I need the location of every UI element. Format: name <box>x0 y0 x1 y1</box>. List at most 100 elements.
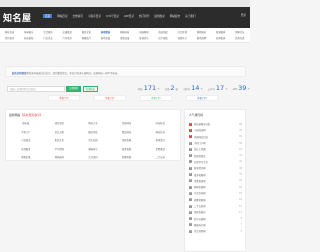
site-link[interactable]: 网址大全 <box>76 121 110 125</box>
category-link[interactable]: 网站目录 <box>0 30 19 34</box>
site-logo[interactable]: 知名屋 <box>3 11 32 24</box>
site-link[interactable]: 网站目录 <box>143 130 177 134</box>
site-link[interactable]: 学习资料 <box>43 147 77 151</box>
category-link[interactable]: 休闲娱乐 <box>19 30 38 34</box>
nav-item[interactable]: 热门排行 <box>139 14 149 18</box>
top-utility-bar <box>0 0 250 7</box>
category-link[interactable]: 综合其他 <box>173 30 192 34</box>
quick-tag[interactable]: 手机门户 <box>140 95 172 101</box>
category-link[interactable]: 体育健身 <box>96 30 115 34</box>
nav-item[interactable]: 网站提交 <box>170 14 180 18</box>
category-link[interactable]: 教育文化 <box>77 30 96 34</box>
category-link[interactable]: 网络科技 <box>115 30 134 34</box>
nav-item[interactable]: 文章资讯 <box>73 14 83 18</box>
notice-link[interactable]: 联系我们提交 <box>12 71 26 75</box>
stat-unit: 个 <box>247 88 250 91</box>
site-link[interactable]: 酷站导航 <box>76 130 110 134</box>
nav-item[interactable]: 首页 <box>43 14 53 18</box>
category-link[interactable]: 影视音乐 <box>134 36 153 40</box>
nav-item[interactable]: 关于我们 <box>185 14 195 18</box>
rank-badge: 10 <box>189 179 192 183</box>
ranking-value: 33 <box>239 173 242 177</box>
stat-value: 14 <box>191 84 200 92</box>
ranking-value: 9 <box>240 217 242 221</box>
site-link[interactable]: 生活百科 <box>76 155 110 159</box>
ranking-item[interactable]: 18 综合其他网 5 <box>189 228 242 234</box>
category-link[interactable]: 游戏动漫 <box>115 36 134 40</box>
stat-label: 小程序 <box>182 88 191 91</box>
rank-badge: 11 <box>189 185 192 189</box>
ranking-name: 新闻资讯网 <box>194 167 206 171</box>
main-nav: 首页 网站目录 文章资讯 小程序目录 公众号目录 APP目录 热门排行 最新收录 网站提交 关于我… <box>43 14 200 18</box>
ranking-name: 生活百科网 <box>194 192 206 196</box>
category-link[interactable]: 购物网站 <box>192 30 211 34</box>
category-link[interactable]: 电脑网络 <box>134 30 153 34</box>
site-link[interactable]: 影视大全 <box>43 138 77 142</box>
nav-item[interactable]: APP目录 <box>124 14 134 18</box>
nav-item[interactable]: 公众号目录 <box>106 14 119 18</box>
category-link[interactable]: 科技创新 <box>19 36 38 40</box>
stat-value: 39 <box>238 84 247 92</box>
quick-tag[interactable]: 手机门户 <box>48 95 80 101</box>
category-row-2: 资讯快讯 科技创新 行业企业 汽车资讯 健康医疗 财经金融 游戏动漫 影视音乐 房产家居 母婴亲子… <box>0 36 250 40</box>
site-link[interactable]: 美食菜谱 <box>143 147 177 151</box>
category-link[interactable]: 汽车资讯 <box>58 36 77 40</box>
quick-tag[interactable]: 手机门户 <box>186 95 218 101</box>
category-link[interactable]: 生活服务 <box>38 30 57 34</box>
category-link[interactable]: 政府组织 <box>154 30 173 34</box>
submit-site-button[interactable]: 免费收录 <box>83 86 98 92</box>
category-link[interactable]: 交通旅游 <box>58 30 77 34</box>
site-link[interactable]: 优质网站 <box>110 121 144 125</box>
nav-item[interactable]: 最新收录 <box>154 14 164 18</box>
site-link[interactable]: 购物优惠 <box>9 155 43 159</box>
rank-badge: 9 <box>189 173 192 177</box>
site-link[interactable]: 二手交易 <box>143 155 177 159</box>
ranking-list: 1 知名屋网址导航 89 2 小说阅读网 76 3 优质网站目录 65 4 手机门户网 58 5 站长工具… <box>189 121 242 234</box>
site-link[interactable]: 旅游攻略 <box>110 147 144 151</box>
stat-item: 小程序 14 个 <box>183 84 203 92</box>
category-link[interactable]: 财经金融 <box>96 36 115 40</box>
rank-badge: 6 <box>189 154 192 158</box>
site-link[interactable]: 在线教育 <box>9 147 43 151</box>
ranking-name: 招聘求职网 <box>194 198 206 202</box>
login-link[interactable]: 登录 <box>241 13 246 17</box>
category-link[interactable]: 职场招聘 <box>192 36 211 40</box>
site-link[interactable]: 站长之家 <box>43 130 77 134</box>
ranking-name: 健康养生网 <box>194 223 206 227</box>
rank-badge: 16 <box>189 217 192 221</box>
category-link[interactable]: 健康医疗 <box>77 36 96 40</box>
search-button[interactable]: 立即搜索 <box>66 86 81 92</box>
category-link[interactable]: 资讯快讯 <box>0 36 19 40</box>
ranking-name: 游戏攻略站 <box>194 211 206 215</box>
site-link[interactable]: 新闻资讯 <box>143 138 177 142</box>
stat-item: 公众号 17 个 <box>208 84 228 92</box>
site-link[interactable]: 招聘求职 <box>110 155 144 159</box>
rank-badge: 12 <box>189 191 192 195</box>
stat-label: 文章 <box>164 88 170 91</box>
search-input[interactable]: 请输入您要搜索的关键词 <box>7 86 65 92</box>
category-link[interactable]: 母婴亲子 <box>173 36 192 40</box>
stat-item: APP 39 个 <box>233 84 250 92</box>
category-link[interactable]: 新闻媒体 <box>211 30 230 34</box>
site-link[interactable]: 音乐在线 <box>76 138 110 142</box>
category-link[interactable]: 博客论坛 <box>230 30 249 34</box>
category-link[interactable]: 房产家居 <box>154 36 173 40</box>
ranking-name: 小说阅读网 <box>194 129 206 133</box>
site-link[interactable]: 游戏攻略 <box>110 138 144 142</box>
nav-item[interactable]: 网站目录 <box>57 14 67 18</box>
site-link[interactable]: 健康养生 <box>76 147 110 151</box>
site-link[interactable]: 好站收录 <box>143 121 177 125</box>
rank-badge: 3 <box>189 135 192 139</box>
notice-bar: 公告：网站免费收录审核通过后显示，请勿重复提交，本站只收录正规网站，违规网站一律… <box>5 66 246 77</box>
site-link[interactable]: 精品网站 <box>110 130 144 134</box>
site-link[interactable]: 知名屋 <box>9 121 43 125</box>
site-link[interactable]: 小说阅读 <box>9 138 43 142</box>
category-link[interactable]: 行业企业 <box>38 36 57 40</box>
quick-tag[interactable]: 手机门户 <box>94 95 126 101</box>
site-link[interactable]: 知名导航 <box>43 121 77 125</box>
site-link[interactable]: 网购返利 <box>43 155 77 159</box>
site-link[interactable]: 手机门户 <box>9 130 43 134</box>
nav-item[interactable]: 小程序目录 <box>88 14 101 18</box>
category-link[interactable]: 其他分类 <box>230 36 249 40</box>
category-link[interactable]: 农林牧渔 <box>211 36 230 40</box>
